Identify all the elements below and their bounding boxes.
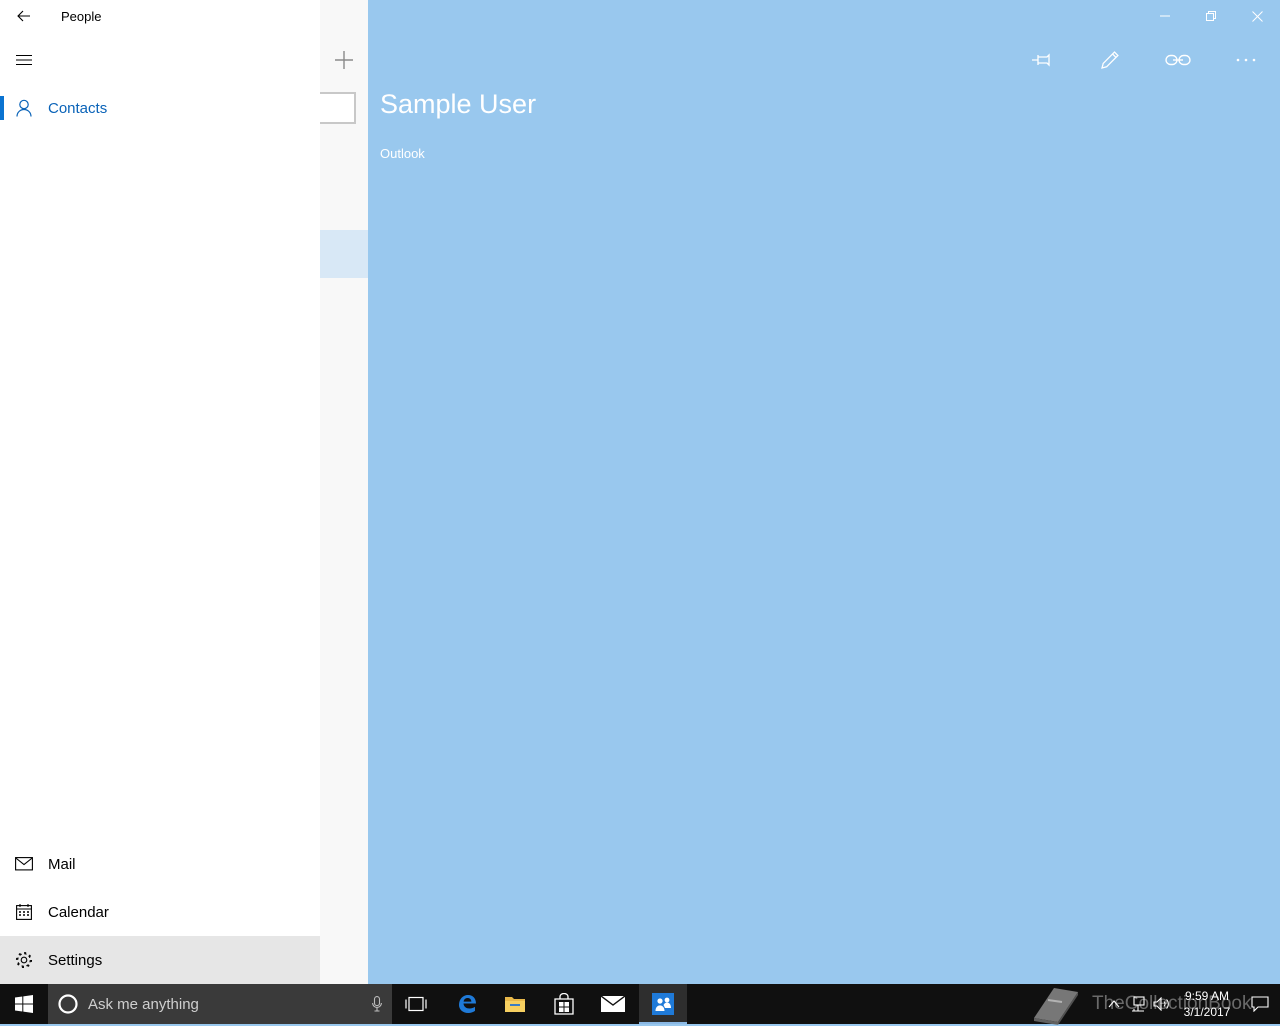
contact-list-pane <box>320 0 368 984</box>
link-contact-button[interactable] <box>1144 40 1212 80</box>
edit-button[interactable] <box>1076 40 1144 80</box>
window-controls <box>1142 0 1280 32</box>
person-icon <box>0 84 48 132</box>
contact-source-label: Outlook <box>380 146 425 161</box>
action-center-button[interactable] <box>1240 984 1280 1024</box>
folder-icon <box>505 997 525 1012</box>
restore-button[interactable] <box>1188 0 1234 32</box>
nav-item-label: Contacts <box>48 99 108 117</box>
book-logo-icon <box>1034 988 1078 1025</box>
taskbar-file-explorer-button[interactable] <box>491 984 539 1024</box>
nav-item-contacts[interactable]: Contacts <box>0 84 320 132</box>
show-hidden-icons-button[interactable] <box>1102 984 1126 1024</box>
more-icon <box>1236 58 1256 62</box>
task-view-button[interactable] <box>392 984 440 1024</box>
pin-button[interactable] <box>1008 40 1076 80</box>
search-placeholder: Ask me anything <box>88 995 199 1013</box>
volume-icon <box>1153 997 1169 1011</box>
cortana-search-box[interactable]: Ask me anything <box>48 984 392 1024</box>
taskbar-clock[interactable]: 9:59 AM 3/1/2017 <box>1174 988 1240 1020</box>
mail-icon <box>601 996 625 1012</box>
hamburger-menu-button[interactable] <box>0 40 48 80</box>
task-view-icon <box>405 996 427 1012</box>
back-arrow-icon <box>17 10 30 22</box>
taskbar-store-button[interactable] <box>540 984 588 1024</box>
command-bar <box>1008 40 1280 80</box>
edge-browser-icon <box>459 995 476 1013</box>
mail-icon <box>0 840 48 888</box>
restore-icon <box>1206 11 1216 21</box>
store-bag-icon <box>554 993 574 1015</box>
navigation-pane: People Contacts Mail Calendar Settings <box>0 0 320 984</box>
link-icon <box>1165 54 1191 66</box>
start-button[interactable] <box>0 984 48 1024</box>
clock-time: 9:59 AM <box>1184 989 1230 1003</box>
close-icon <box>1251 10 1263 22</box>
microphone-icon[interactable] <box>362 984 392 1024</box>
chevron-up-icon <box>1108 1000 1120 1008</box>
clock-date: 3/1/2017 <box>1183 1005 1231 1019</box>
notification-icon <box>1251 996 1269 1012</box>
people-app-icon <box>652 993 674 1015</box>
gear-icon <box>0 936 48 984</box>
nav-item-label: Mail <box>48 855 76 873</box>
calendar-icon <box>0 888 48 936</box>
back-button[interactable] <box>8 2 40 30</box>
more-options-button[interactable] <box>1212 40 1280 80</box>
app-title: People <box>61 9 102 24</box>
pin-icon <box>1032 53 1050 67</box>
people-app-window: People Contacts Mail Calendar Settings S… <box>0 0 1280 984</box>
nav-item-calendar[interactable]: Calendar <box>0 888 320 936</box>
system-tray: 9:59 AM 3/1/2017 <box>1102 984 1280 1024</box>
title-bar: People <box>0 0 320 32</box>
windows-logo-icon <box>15 995 33 1013</box>
minimize-button[interactable] <box>1142 0 1188 32</box>
network-button[interactable] <box>1126 984 1150 1024</box>
contact-name: Sample User <box>380 89 537 119</box>
close-button[interactable] <box>1234 0 1280 32</box>
plus-icon <box>335 51 353 69</box>
contact-detail-pane: Sample User Outlook <box>368 0 1280 984</box>
taskbar-edge-button[interactable] <box>443 984 491 1024</box>
nav-item-label: Calendar <box>48 903 109 921</box>
nav-item-settings[interactable]: Settings <box>0 936 320 984</box>
hamburger-icon <box>16 54 32 66</box>
minimize-icon <box>1160 15 1170 17</box>
volume-button[interactable] <box>1150 984 1174 1024</box>
cortana-icon <box>48 984 88 1024</box>
edit-icon <box>1101 51 1119 69</box>
nav-item-mail[interactable]: Mail <box>0 840 320 888</box>
taskbar-mail-button[interactable] <box>589 984 637 1024</box>
taskbar: Ask me anything TheCollectionBook 9:59 A… <box>0 984 1280 1025</box>
search-contacts-input[interactable] <box>320 92 356 124</box>
add-contact-button[interactable] <box>328 44 360 76</box>
taskbar-people-button[interactable] <box>639 984 687 1024</box>
nav-item-label: Settings <box>48 951 103 969</box>
selected-contact-row[interactable] <box>320 230 368 278</box>
network-icon <box>1132 996 1145 1012</box>
